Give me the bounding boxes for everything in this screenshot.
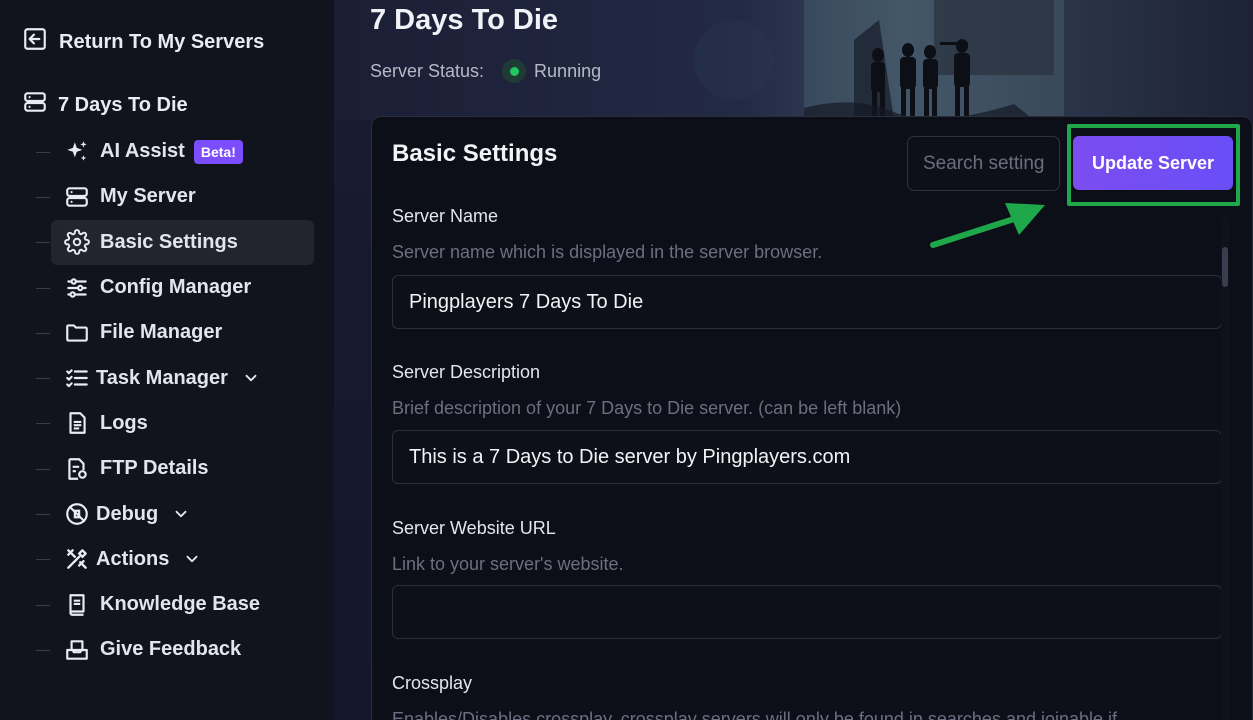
field-description: Link to your server's website. [392,554,624,574]
sidebar-item-task-manager[interactable]: Task Manager [0,355,334,400]
sidebar-item-label: My Server [100,185,196,208]
sidebar-item-my-server[interactable]: My Server [0,174,334,219]
tree-connector [36,559,50,561]
sidebar-item-basic-settings[interactable]: Basic Settings [0,219,334,265]
sidebar-item-file-manager[interactable]: File Manager [0,310,334,355]
tree-connector [36,151,50,153]
tree-connector [36,287,50,289]
server-icon [64,184,90,210]
sidebar-item-label: Config Manager [100,276,252,299]
server-status: Server Status: Running [370,59,601,83]
folder-icon [64,320,90,346]
sidebar-item-ftp-details[interactable]: FTP Details [0,446,334,491]
green-arrow-annotation [930,203,1045,248]
return-to-servers-link[interactable]: Return To My Servers [22,26,264,58]
sidebar-item-give-feedback[interactable]: Give Feedback [0,627,334,672]
sidebar-item-label: Debug [96,502,159,525]
sidebar-item-knowledge-base[interactable]: Knowledge Base [0,582,334,627]
sidebar: Return To My Servers 7 Days To Die AI As… [0,0,334,720]
chevron-down-icon[interactable] [172,505,190,523]
tree-connector [36,649,50,651]
sidebar-item-label: File Manager [100,321,223,344]
server-description-input[interactable] [392,430,1222,484]
chevron-down-icon[interactable] [183,550,201,568]
sidebar-item-label: Basic Settings [100,230,238,253]
sidebar-item-label: Logs [100,411,148,434]
beta-badge: Beta! [193,139,243,164]
server-name-input[interactable] [392,275,1222,329]
sidebar-item-label: Task Manager [96,366,228,389]
server-icon [22,89,48,121]
field-label: Server Name [392,206,499,226]
back-arrow-icon [22,26,48,58]
sidebar-item-ai-assist[interactable]: AI Assist Beta! [0,129,334,174]
sidebar-item-label: AI Assist [100,140,185,163]
sidebar-item-label: FTP Details [100,457,209,480]
tree-connector [36,242,50,244]
bug-icon [64,501,90,527]
field-description: Server name which is displayed in the se… [392,242,823,262]
task-list-icon [64,365,90,391]
sidebar-item-label: Actions [96,547,170,570]
sliders-icon [64,275,90,301]
sparkles-icon [64,139,90,165]
status-label: Server Status: [370,60,485,81]
document-icon [64,410,90,436]
tree-connector [36,196,50,198]
search-settings-input[interactable] [907,136,1060,191]
sidebar-nav: AI Assist Beta! My Server Basic Settings… [0,129,334,673]
field-label: Crossplay [392,673,473,693]
scrollbar-thumb[interactable] [1222,247,1228,287]
field-label: Server Website URL [392,518,556,538]
tree-connector [36,423,50,425]
highlight-annotation [1067,124,1240,206]
server-title[interactable]: 7 Days To Die [22,89,188,121]
sidebar-item-logs[interactable]: Logs [0,401,334,446]
tree-connector [36,468,50,470]
tree-connector [36,514,50,516]
sidebar-item-config-manager[interactable]: Config Manager [0,265,334,310]
inbox-icon [64,637,90,663]
scrollbar-track[interactable] [1221,217,1229,720]
basic-settings-panel: Basic Settings Update Server Server Name… [371,116,1253,720]
page-title: 7 Days To Die [370,4,559,36]
field-label: Server Description [392,362,541,382]
sidebar-item-debug[interactable]: Debug [0,491,334,536]
book-icon [64,592,90,618]
server-name: 7 Days To Die [58,93,188,116]
tools-icon [64,546,90,572]
server-website-url-input[interactable] [392,585,1222,639]
status-value: Running [534,60,602,81]
main-content: 7 Days To Die Server Status: Running Bas… [334,0,1253,720]
sidebar-item-actions[interactable]: Actions [0,537,334,582]
status-indicator-icon [502,59,527,83]
panel-title: Basic Settings [392,140,558,167]
field-description: Enables/Disables crossplay, crossplay se… [392,709,1118,720]
tree-connector [36,332,50,334]
sidebar-item-label: Give Feedback [100,638,242,661]
tree-connector [36,378,50,380]
sidebar-item-label: Knowledge Base [100,593,261,616]
chevron-down-icon[interactable] [242,369,260,387]
field-description: Brief description of your 7 Days to Die … [392,398,902,418]
return-label: Return To My Servers [59,30,265,53]
file-details-icon [64,456,90,482]
tree-connector [36,604,50,606]
gear-icon [64,229,90,256]
